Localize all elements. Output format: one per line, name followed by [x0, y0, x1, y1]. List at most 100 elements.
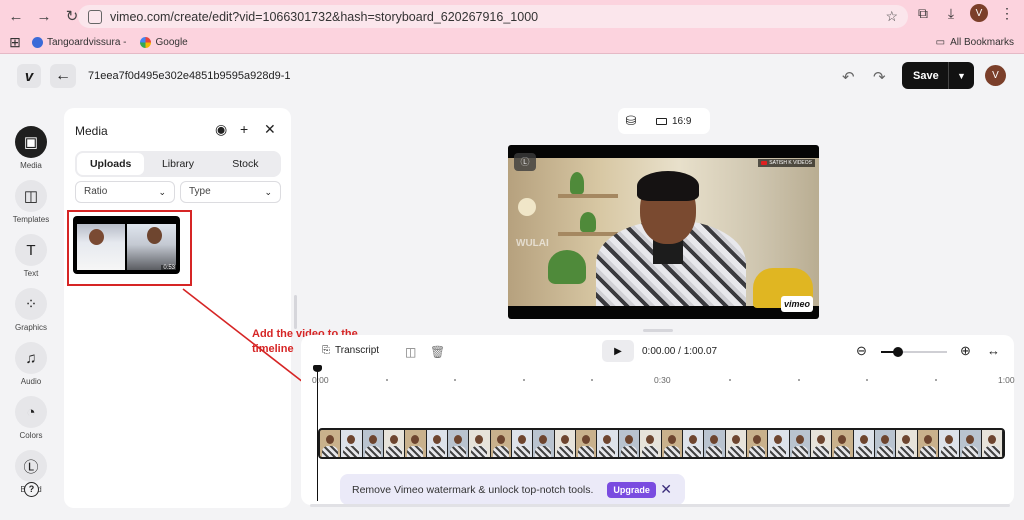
ruler-tick — [729, 379, 731, 381]
ruler-label: 1:00 — [998, 375, 1015, 385]
frame-person — [774, 435, 783, 444]
frame-jacket — [940, 446, 957, 457]
clip-frame — [640, 430, 662, 457]
total-time: 1:00.07 — [683, 346, 718, 357]
channel-name: SATISH K VIDEOS — [769, 160, 812, 166]
clip-frame — [661, 430, 683, 457]
transcript-icon: ⎘ — [322, 345, 330, 356]
frame-person — [582, 435, 591, 444]
video-preview[interactable]: WULAI Ⓛ SATISH K VIDEOS vimeo — [508, 145, 819, 319]
frame-person — [880, 435, 889, 444]
frame-jacket — [556, 446, 573, 457]
clip-frame — [320, 430, 342, 457]
help-icon[interactable]: ? — [24, 482, 39, 497]
clip-frame — [960, 430, 982, 457]
channel-logo-icon: Ⓛ — [514, 153, 536, 171]
clip-frame — [938, 430, 961, 457]
frame-jacket — [983, 446, 1000, 457]
preview-toolbar: ⛁ 16:9 — [618, 108, 710, 134]
clip-frame — [810, 430, 833, 457]
clip-frame — [384, 430, 406, 457]
frame-person — [603, 435, 612, 444]
frame-person — [667, 435, 676, 444]
shelf — [558, 194, 618, 198]
frame-jacket — [599, 446, 616, 457]
frame-person — [326, 435, 334, 444]
clip-frame — [362, 430, 385, 457]
transcript-button[interactable]: ⎘ Transcript — [322, 345, 379, 356]
aspect-ratio-button[interactable]: 16:9 — [656, 116, 691, 127]
preview-watermark-left: WULAI — [516, 238, 549, 249]
frame-jacket — [322, 446, 338, 457]
timeline-scrollbar[interactable] — [310, 504, 1010, 507]
video-clip-track[interactable] — [318, 428, 1005, 459]
clip-frame — [682, 430, 705, 457]
clip-frame — [512, 430, 534, 457]
frame-jacket — [684, 446, 701, 457]
current-time: 0:00.00 — [642, 346, 676, 357]
play-button[interactable]: ▶ — [602, 340, 634, 362]
frame-jacket — [663, 446, 680, 457]
clip-frame — [853, 430, 875, 457]
frame-person — [347, 435, 356, 444]
frame-jacket — [706, 446, 723, 457]
frame-jacket — [834, 446, 851, 457]
vimeo-watermark: vimeo — [781, 296, 813, 312]
paint-bucket-icon[interactable]: ⛁ — [618, 113, 644, 129]
ruler-tick — [591, 379, 593, 381]
transcript-label: Transcript — [335, 345, 380, 356]
preview-resize-handle[interactable] — [643, 329, 673, 332]
clip-frame — [554, 430, 577, 457]
frame-person — [859, 435, 868, 444]
ruler-tick — [454, 379, 456, 381]
frame-jacket — [578, 446, 595, 457]
zoom-out-icon[interactable]: ⊖ — [856, 343, 867, 359]
playhead[interactable] — [317, 369, 318, 501]
upgrade-button[interactable]: Upgrade — [607, 481, 656, 498]
clip-frame — [341, 430, 363, 457]
clip-frame — [490, 430, 513, 457]
zoom-slider[interactable] — [881, 347, 947, 357]
plant — [580, 212, 596, 232]
clip-frame — [789, 430, 811, 457]
frame-jacket — [727, 446, 744, 457]
zoom-in-icon[interactable]: ⊕ — [960, 343, 971, 359]
frame-person — [688, 435, 697, 444]
ruler-tick — [935, 379, 937, 381]
frame-jacket — [642, 446, 659, 457]
clip-frame — [448, 430, 470, 457]
clip-frame — [896, 430, 918, 457]
clip-frame — [832, 430, 854, 457]
frame-person — [432, 435, 441, 444]
frame-person — [539, 435, 548, 444]
frame-person — [795, 435, 804, 444]
frame-jacket — [748, 446, 765, 457]
lamp — [518, 198, 536, 216]
upgrade-message: Remove Vimeo watermark & unlock top-notc… — [352, 483, 594, 496]
frame-person — [752, 435, 761, 444]
frame-person — [496, 435, 505, 444]
frame-person — [411, 435, 420, 444]
frame-jacket — [876, 446, 893, 457]
clip-frame — [917, 430, 939, 457]
split-icon[interactable]: ◫ — [405, 345, 416, 359]
clip-frame — [874, 430, 897, 457]
frame-jacket — [770, 446, 787, 457]
zoom-slider-handle[interactable] — [892, 347, 903, 357]
clip-frame — [576, 430, 598, 457]
frame-jacket — [343, 446, 360, 457]
frame-jacket — [514, 446, 531, 457]
ruler-tick — [386, 379, 388, 381]
frame-jacket — [791, 446, 808, 457]
close-icon[interactable]: ✕ — [660, 481, 672, 498]
frame-person — [816, 435, 825, 444]
trash-icon[interactable]: 🗑 — [430, 345, 445, 359]
frame-person — [475, 435, 484, 444]
clip-frame — [426, 430, 449, 457]
plant — [548, 250, 586, 284]
ruler-tick — [523, 379, 525, 381]
frame-jacket — [855, 446, 872, 457]
fit-width-icon[interactable]: ↔ — [987, 343, 1000, 358]
ruler-label: 0:00 — [312, 375, 329, 385]
time-readout: 0:00.00 / 1:00.07 — [642, 346, 717, 357]
